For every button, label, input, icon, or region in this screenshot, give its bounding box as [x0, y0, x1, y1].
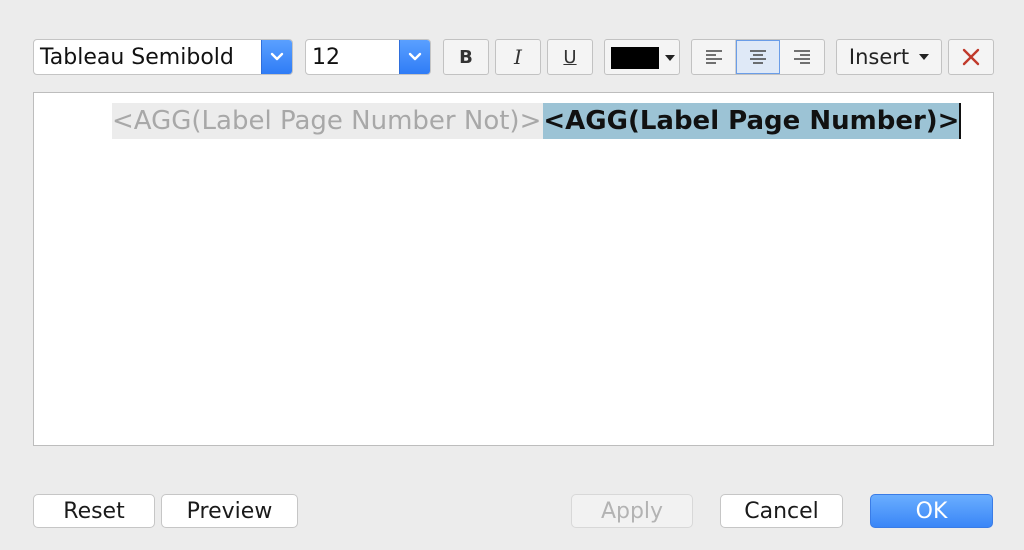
field-token-inactive[interactable]: <AGG(Label Page Number Not)> [112, 103, 544, 139]
reset-button[interactable]: Reset [33, 494, 155, 528]
font-family-select[interactable]: Tableau Semibold [33, 39, 293, 75]
align-center-icon [750, 50, 766, 64]
chevron-down-icon[interactable] [261, 40, 292, 74]
cancel-button[interactable]: Cancel [720, 494, 843, 528]
align-center-button[interactable] [736, 40, 780, 74]
underline-button[interactable]: U [547, 39, 593, 75]
font-family-value: Tableau Semibold [40, 44, 234, 70]
caret-down-icon [665, 55, 675, 61]
editor-text-line: <AGG(Label Page Number Not)> <AGG(Label … [112, 103, 962, 139]
text-color-picker[interactable] [604, 39, 680, 75]
preview-button[interactable]: Preview [161, 494, 298, 528]
font-size-select[interactable]: 12 [305, 39, 431, 75]
font-size-value: 12 [312, 44, 340, 70]
chevron-down-icon[interactable] [399, 40, 430, 74]
color-swatch [611, 47, 659, 69]
clear-formatting-button[interactable] [948, 39, 994, 75]
apply-button[interactable]: Apply [571, 494, 693, 528]
alignment-group [691, 39, 825, 75]
x-icon [962, 48, 980, 66]
align-right-icon [794, 50, 810, 64]
align-left-button[interactable] [692, 40, 736, 74]
ok-button[interactable]: OK [870, 494, 993, 528]
bold-button[interactable]: B [443, 39, 489, 75]
align-left-icon [705, 50, 722, 64]
caret-down-icon [919, 54, 930, 60]
text-cursor [959, 103, 962, 139]
align-right-button[interactable] [780, 40, 824, 74]
italic-button[interactable]: I [495, 39, 541, 75]
field-token-selected[interactable]: <AGG(Label Page Number)> [543, 103, 960, 139]
text-editor[interactable]: <AGG(Label Page Number Not)> <AGG(Label … [33, 92, 994, 446]
insert-label: Insert [848, 45, 910, 69]
insert-button[interactable]: Insert [836, 39, 942, 75]
